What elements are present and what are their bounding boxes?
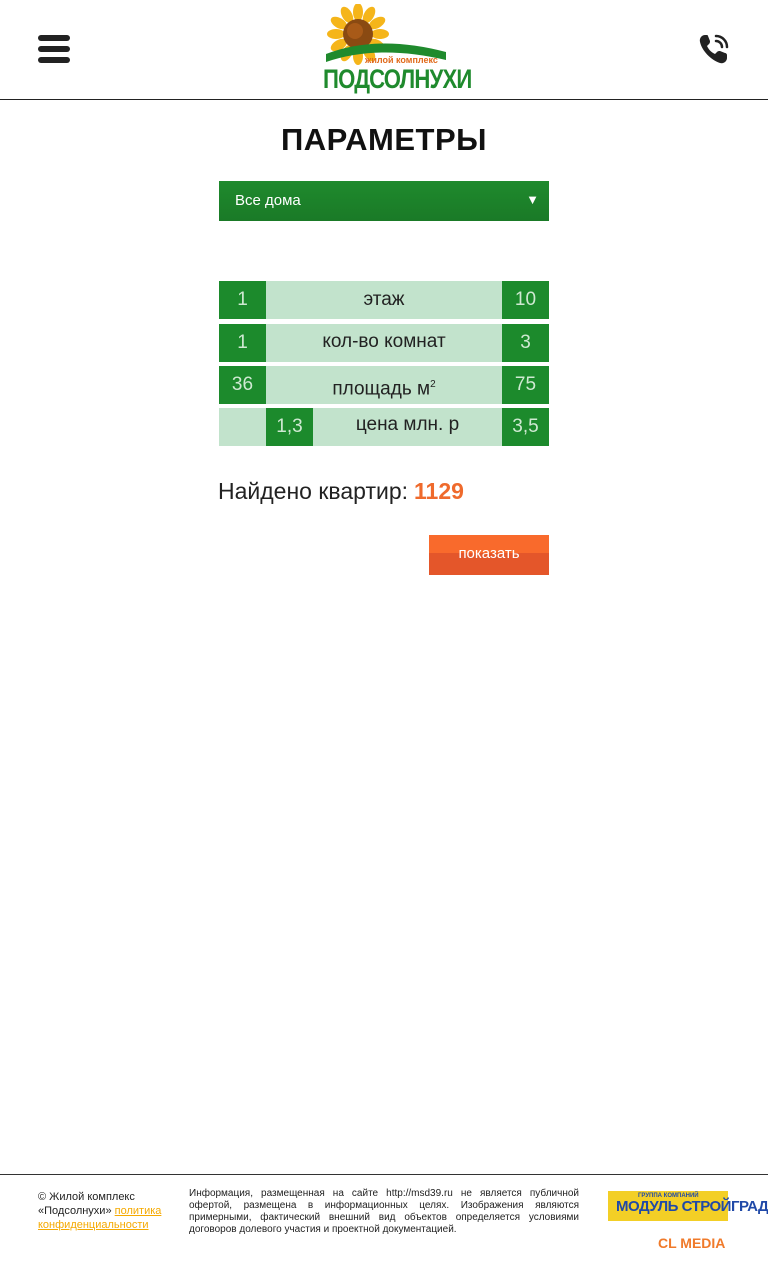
area-max[interactable]: 75 [502,366,549,404]
rooms-label: кол-во комнат [266,324,502,362]
filter-row-rooms: 1 кол-во комнат 3 [219,324,549,362]
house-select-value: Все дома [235,192,301,209]
site-header: жилой комплекс ПОДСОЛНУХИ [0,0,768,100]
show-button[interactable]: показать [429,535,549,575]
hamburger-menu-icon[interactable] [38,35,70,63]
area-label-superscript: 2 [430,379,436,390]
found-count: 1129 [414,478,464,504]
found-label: Найдено квартир: [218,478,409,504]
site-logo[interactable]: жилой комплекс ПОДСОЛНУХИ [318,4,472,96]
filter-row-floor: 1 этаж 10 [219,281,549,319]
rooms-max[interactable]: 3 [502,324,549,362]
copyright: © Жилой комплекс «Подсолнухи» политика к… [38,1190,180,1232]
floor-min[interactable]: 1 [219,281,266,319]
dropdown-arrow-icon: ▼ [526,192,539,207]
floor-max[interactable]: 10 [502,281,549,319]
found-apartments: Найдено квартир: 1129 [218,478,464,505]
house-select[interactable]: Все дома ▼ [219,181,549,221]
partner-logo[interactable]: ГРУППА КОМПАНИЙ МОДУЛЬ СТРОЙГРАД [608,1191,768,1221]
page-title: ПАРАМЕТРЫ [281,122,487,157]
filter-row-price: 1,3 цена млн. р 3,5 [219,408,549,446]
price-min[interactable]: 1,3 [266,408,313,446]
rooms-min[interactable]: 1 [219,324,266,362]
area-min[interactable]: 36 [219,366,266,404]
price-label: цена млн. р [355,414,460,435]
developer-credit-link[interactable]: CL MEDIA [658,1235,725,1251]
filter-row-area: 36 площадь м2 75 [219,366,549,404]
area-label-cell: площадь м2 [266,366,502,404]
floor-label: этаж [266,281,502,319]
disclaimer-text: Информация, размещенная на сайте http://… [189,1188,579,1235]
logo-title: ПОДСОЛНУХИ [323,64,472,94]
area-label: площадь м [332,378,431,400]
site-footer: © Жилой комплекс «Подсолнухи» политика к… [0,1174,768,1266]
phone-icon[interactable] [697,32,731,66]
price-max[interactable]: 3,5 [502,408,549,446]
partner-name: МОДУЛЬ СТРОЙГРАД [616,1198,768,1215]
